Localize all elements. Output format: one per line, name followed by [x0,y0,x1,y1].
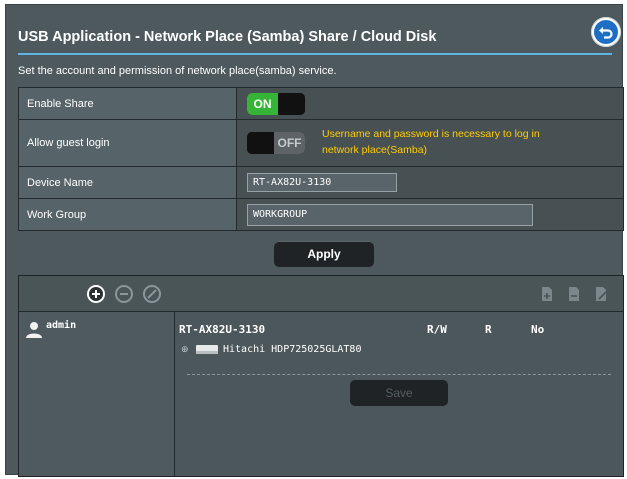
toggle-on-text: ON [247,92,278,115]
back-arrow-icon [594,20,618,44]
disk-name: Hitachi HDP725025GLAT80 [223,343,362,355]
modify-folder-icon[interactable] [593,286,609,302]
folder-permissions: RT-AX82U-3130 R/W R No ⊕ Hitachi HDP7250… [175,312,623,476]
header-divider [18,53,612,55]
page-title: USB Application - Network Place (Samba) … [18,29,437,45]
expand-icon[interactable]: ⊕ [181,344,189,355]
toggle-knob [247,132,274,154]
guest-login-hint: Username and password is necessary to lo… [322,128,540,156]
perm-header-no: No [531,323,545,336]
main-panel: USB Application - Network Place (Samba) … [5,4,624,477]
device-node: RT-AX82U-3130 [179,323,266,336]
user-icon [26,322,42,338]
disk-node[interactable]: ⊕ Hitachi HDP725025GLAT80 [181,342,361,356]
remove-user-icon[interactable] [115,285,133,303]
allow-guest-label: Allow guest login [18,119,237,167]
add-folder-icon[interactable] [539,286,555,302]
toggle-off-text: OFF [274,132,305,154]
section-description: Set the account and permission of networ… [18,65,337,77]
share-panel: admin RT-AX82U-3130 R/W R No ⊕ Hitachi H… [18,275,624,477]
delete-folder-icon[interactable] [566,286,582,302]
device-name-label: Device Name [18,166,237,199]
work-group-label: Work Group [18,198,237,231]
allow-guest-toggle[interactable]: OFF [247,132,305,154]
perm-header-r: R [485,323,492,336]
back-button[interactable] [591,17,621,47]
user-list: admin [19,312,175,476]
edit-user-icon[interactable] [143,285,161,303]
share-toolbar [19,276,623,312]
hard-disk-icon [196,345,218,354]
user-name: admin [46,320,77,331]
save-divider [187,374,611,376]
settings-table: Enable Share ON Allow guest login OFF Us… [18,87,624,231]
perm-header-rw: R/W [427,323,447,336]
device-name-input[interactable] [247,173,397,192]
save-button[interactable]: Save [350,380,448,406]
toggle-knob [278,92,305,115]
enable-share-label: Enable Share [18,87,237,120]
enable-share-toggle[interactable]: ON [247,92,305,115]
apply-button[interactable]: Apply [274,241,374,267]
user-item-admin[interactable]: admin [25,320,76,338]
add-user-icon[interactable] [87,285,105,303]
work-group-input[interactable] [247,203,533,226]
